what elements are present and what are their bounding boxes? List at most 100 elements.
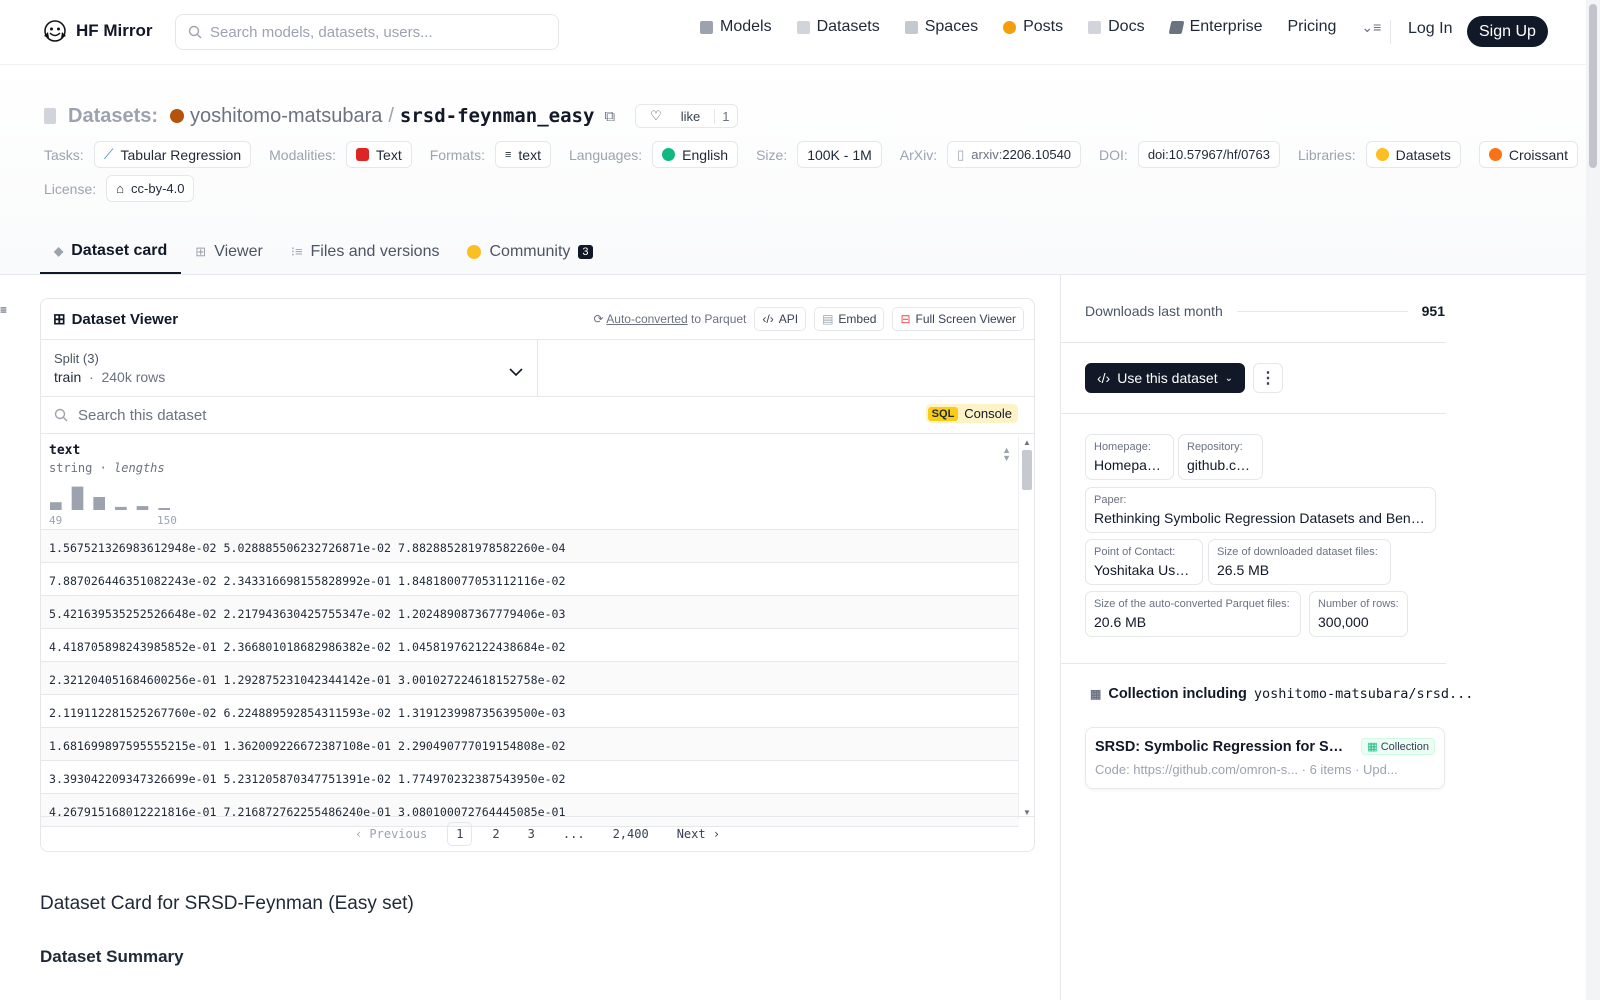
tab-files[interactable]: ⁝≡ Files and versions bbox=[277, 230, 454, 274]
dataset-icon bbox=[44, 108, 56, 124]
tag-format[interactable]: ≡ text bbox=[494, 141, 551, 168]
nav-more-menu[interactable]: ⌄≡ bbox=[1361, 19, 1381, 36]
tag-library-croissant[interactable]: Croissant bbox=[1478, 141, 1578, 168]
arxiv-prefix: arxiv: bbox=[971, 147, 1003, 162]
sort-icon[interactable]: ▲ ▼ bbox=[1002, 446, 1011, 463]
sql-console-button[interactable]: SQL Console bbox=[925, 404, 1018, 423]
global-search[interactable] bbox=[175, 14, 559, 50]
table-row[interactable]: 1.567521326983612948e-02 5.0288855062327… bbox=[41, 530, 1019, 563]
collection-icon: ▦ bbox=[1090, 687, 1102, 701]
nav-models[interactable]: Models bbox=[700, 18, 772, 36]
table-row[interactable]: 5.421639535252526648e-02 2.2179436304257… bbox=[41, 596, 1019, 629]
use-this-dataset-button[interactable]: ‹/› Use this dataset ⌄ bbox=[1085, 363, 1245, 393]
tag-modality[interactable]: Text bbox=[346, 141, 412, 168]
nav-posts[interactable]: Posts bbox=[1003, 18, 1063, 36]
nav-docs[interactable]: Docs bbox=[1088, 18, 1145, 36]
dataset-search-input[interactable] bbox=[78, 406, 778, 424]
hf-emoji-icon bbox=[1375, 148, 1389, 161]
tab-dataset-card[interactable]: ◆ Dataset card bbox=[40, 230, 182, 274]
page-last-button[interactable]: 2,400 bbox=[605, 823, 657, 845]
license-row: License: ⌂ cc-by-4.0 bbox=[44, 175, 204, 202]
nav-enterprise[interactable]: Enterprise bbox=[1168, 18, 1262, 36]
meta-homepage[interactable]: Homepage: Homepage: bbox=[1085, 434, 1174, 480]
meta-contact[interactable]: Point of Contact: Yoshitaka Ushiku bbox=[1085, 539, 1203, 585]
histogram-bar[interactable] bbox=[71, 486, 84, 510]
more-options-button[interactable]: ⋮ bbox=[1253, 363, 1283, 393]
like-count[interactable]: 1 bbox=[714, 108, 736, 124]
tag-arxiv[interactable]: ▯ arxiv: 2206.10540 bbox=[947, 141, 1082, 168]
histogram-bar[interactable] bbox=[115, 506, 127, 510]
site-logo[interactable]: HF Mirror bbox=[42, 18, 153, 44]
histogram-bar[interactable] bbox=[158, 508, 170, 510]
repo-slash: / bbox=[388, 104, 394, 127]
nav-datasets-label: Datasets bbox=[816, 18, 880, 35]
metadata-tags: Tasks: ⟋ Tabular Regression Modalities: T… bbox=[44, 141, 1588, 168]
table-row[interactable]: 7.887026446351082243e-02 2.3433166981558… bbox=[41, 563, 1019, 596]
histogram-bar[interactable] bbox=[50, 502, 62, 510]
meta-key: Number of rows: bbox=[1318, 598, 1399, 610]
toc-toggle-icon[interactable]: ≡ bbox=[0, 303, 7, 317]
tag-language[interactable]: English bbox=[652, 141, 739, 168]
text-modality-icon bbox=[356, 148, 370, 161]
api-button[interactable]: ‹/› API bbox=[754, 307, 807, 331]
table-row[interactable]: 4.418705898243985852e-01 2.3668010186829… bbox=[41, 629, 1019, 662]
tag-task[interactable]: ⟋ Tabular Regression bbox=[93, 141, 252, 168]
spaces-icon bbox=[904, 20, 918, 34]
like-button[interactable]: ♡ like 1 bbox=[635, 104, 738, 128]
page-2-button[interactable]: 2 bbox=[484, 823, 507, 845]
global-search-input[interactable] bbox=[210, 23, 540, 41]
search-icon bbox=[54, 408, 68, 422]
repo-name-link[interactable]: srsd-feynman_easy bbox=[400, 105, 594, 127]
table-row[interactable]: 2.321204051684600256e-01 1.2928752310423… bbox=[41, 662, 1019, 695]
split-selector[interactable]: Split (3) train · 240k rows bbox=[41, 340, 538, 396]
prev-page-button[interactable]: ‹ Previous bbox=[347, 823, 435, 845]
tag-size[interactable]: 100K - 1M bbox=[797, 141, 882, 168]
tabs-divider bbox=[0, 274, 1586, 275]
nav-spaces-label: Spaces bbox=[924, 18, 979, 35]
repo-owner-link[interactable]: yoshitomo-matsubara bbox=[190, 105, 382, 128]
collection-heading: ▦ Collection including yoshitomo-matsuba… bbox=[1090, 686, 1473, 702]
chevron-right-icon: › bbox=[705, 827, 721, 841]
page-scrollbar[interactable] bbox=[1586, 0, 1600, 1000]
scroll-thumb[interactable] bbox=[1022, 450, 1032, 490]
sql-tag: SQL bbox=[927, 406, 959, 421]
tag-license[interactable]: ⌂ cc-by-4.0 bbox=[106, 175, 195, 202]
signup-button[interactable]: Sign Up bbox=[1467, 16, 1548, 47]
enterprise-icon bbox=[1168, 20, 1184, 34]
table-row[interactable]: 2.119112281525267760e-02 6.2248895928543… bbox=[41, 695, 1019, 728]
tab-viewer[interactable]: ⊞ Viewer bbox=[181, 230, 277, 274]
next-label: Next bbox=[676, 827, 706, 841]
tab-community[interactable]: Community 3 bbox=[453, 230, 606, 274]
doi-label: DOI: bbox=[1099, 146, 1128, 163]
nav-spaces[interactable]: Spaces bbox=[904, 18, 979, 36]
table-scrollbar[interactable]: ▲ ▼ bbox=[1018, 436, 1034, 819]
length-histogram[interactable] bbox=[49, 482, 189, 510]
scroll-up-icon[interactable]: ▲ bbox=[1023, 438, 1031, 447]
meta-paper[interactable]: Paper: Rethinking Symbolic Regression Dat… bbox=[1085, 487, 1436, 533]
license-label: License: bbox=[44, 180, 97, 197]
auto-converted-link[interactable]: Auto-converted bbox=[606, 312, 687, 326]
copy-icon[interactable]: ⧉ bbox=[604, 108, 615, 125]
table-row[interactable]: 1.681699897595555215e-01 1.3620092266723… bbox=[41, 728, 1019, 761]
page-3-button[interactable]: 3 bbox=[520, 823, 543, 845]
meta-parquet-size: Size of the auto-converted Parquet files… bbox=[1085, 591, 1301, 637]
language-value: English bbox=[682, 146, 729, 163]
embed-button[interactable]: ▤ Embed bbox=[814, 307, 885, 331]
page-scroll-thumb[interactable] bbox=[1589, 4, 1597, 168]
histogram-bar[interactable] bbox=[93, 497, 105, 510]
meta-repository[interactable]: Repository: github.com bbox=[1178, 434, 1263, 480]
nav-datasets[interactable]: Datasets bbox=[796, 18, 880, 36]
table-row[interactable]: 3.393042209347326699e-01 5.2312058703477… bbox=[41, 761, 1019, 794]
tag-library-datasets[interactable]: Datasets bbox=[1365, 141, 1461, 168]
nav-pricing[interactable]: Pricing bbox=[1287, 18, 1336, 36]
formats-label: Formats: bbox=[429, 146, 485, 163]
meta-key: Repository: bbox=[1187, 441, 1243, 453]
tag-doi[interactable]: doi:10.57967/hf/0763 bbox=[1137, 141, 1280, 168]
column-header-text[interactable]: text string · lengths 49 150 ▲ ▼ bbox=[41, 434, 1019, 530]
collection-card[interactable]: SRSD: Symbolic Regression for Scientific… bbox=[1085, 727, 1445, 789]
next-page-button[interactable]: Next › bbox=[669, 823, 728, 845]
histogram-bar[interactable] bbox=[136, 506, 149, 510]
page-1-button[interactable]: 1 bbox=[447, 822, 473, 846]
login-link[interactable]: Log In bbox=[1408, 20, 1452, 38]
full-screen-button[interactable]: ⊟ Full Screen Viewer bbox=[892, 307, 1024, 331]
